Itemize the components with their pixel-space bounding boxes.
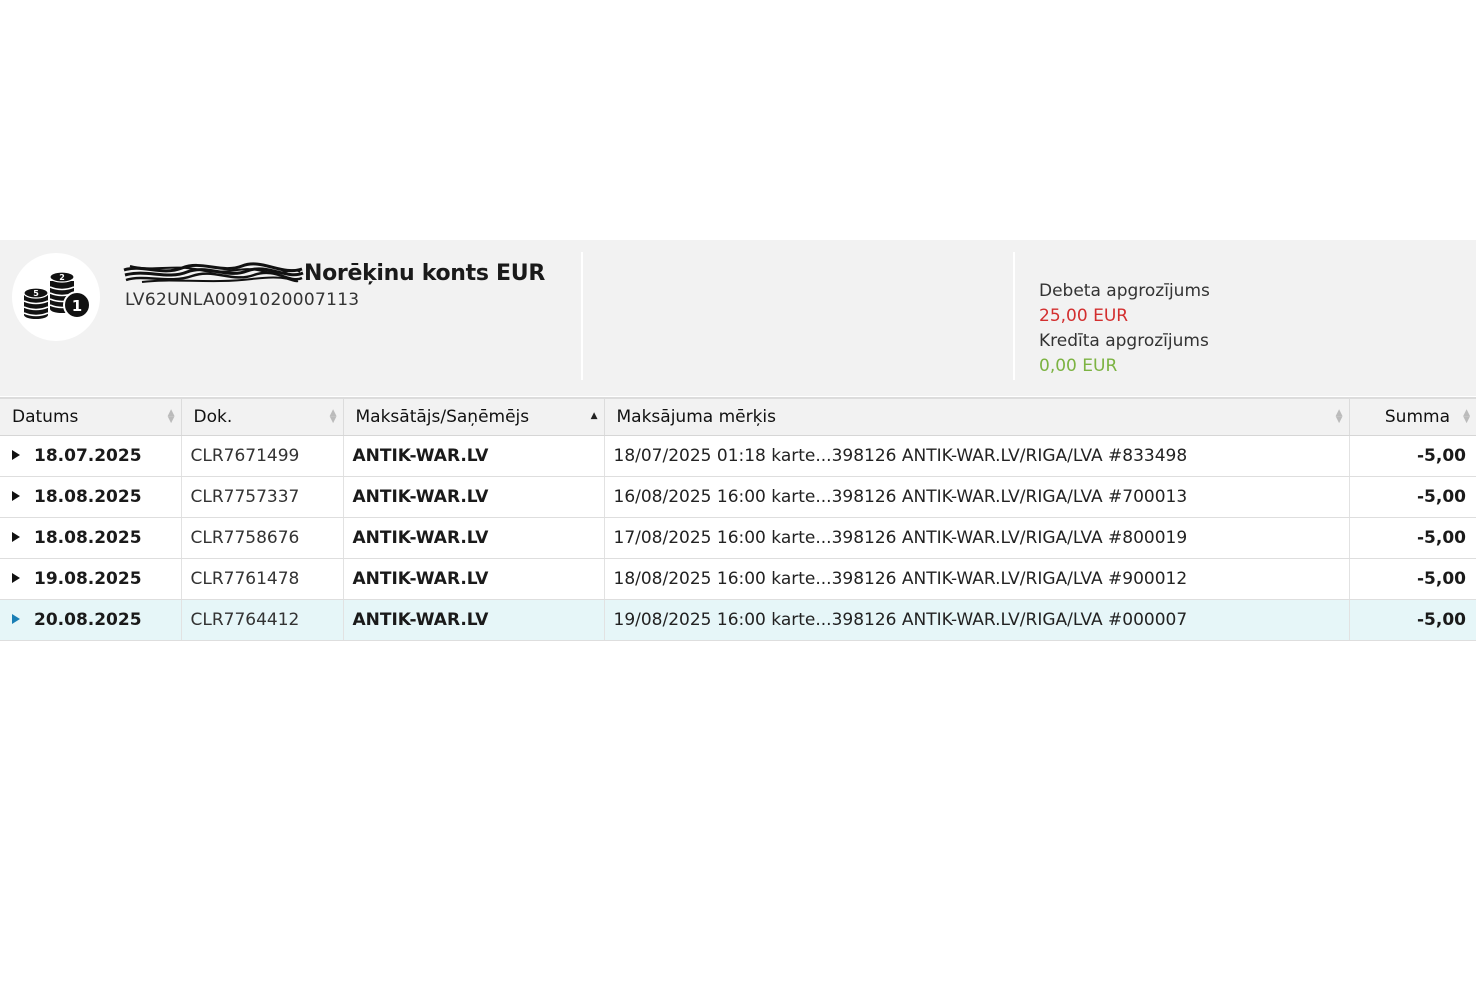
row-date-cell: 18.08.2025 — [0, 476, 182, 518]
row-payee: ANTIK-WAR.LV — [343, 476, 605, 518]
table-row[interactable]: 18.08.2025 CLR7758676 ANTIK-WAR.LV 17/08… — [0, 517, 1476, 559]
row-amount: -5,00 — [1349, 599, 1476, 641]
row-doc: CLR7671499 — [181, 435, 344, 477]
coin-number-1: 1 — [72, 297, 82, 315]
row-date-cell: 18.07.2025 — [0, 435, 182, 477]
column-header-purpose[interactable]: Maksājuma mērķis ▲ ▼ — [604, 397, 1350, 436]
table-row[interactable]: 19.08.2025 CLR7761478 ANTIK-WAR.LV 18/08… — [0, 558, 1476, 600]
row-date-cell: 19.08.2025 — [0, 558, 182, 600]
row-purpose: 16/08/2025 16:00 karte...398126 ANTIK-WA… — [604, 476, 1350, 518]
row-purpose: 18/08/2025 16:00 karte...398126 ANTIK-WA… — [604, 558, 1350, 600]
column-header-label: Maksājuma mērķis — [616, 407, 777, 427]
row-purpose: 18/07/2025 01:18 karte...398126 ANTIK-WA… — [604, 435, 1350, 477]
column-header-date[interactable]: Datums ▲ ▼ — [0, 397, 182, 436]
row-payee: ANTIK-WAR.LV — [343, 435, 605, 477]
credit-turnover-label: Kredīta apgrozījums — [1039, 331, 1209, 351]
row-amount: -5,00 — [1349, 435, 1476, 477]
transactions-table: Datums ▲ ▼ Dok. ▲ ▼ Maksātājs/Saņēmējs ▲ M… — [0, 397, 1476, 641]
row-date: 18.08.2025 — [34, 528, 142, 548]
coin-number-5: 5 — [33, 289, 39, 298]
row-doc: CLR7761478 — [181, 558, 344, 600]
triangle-right-icon[interactable] — [12, 450, 20, 460]
table-row[interactable]: 18.08.2025 CLR7757337 ANTIK-WAR.LV 16/08… — [0, 476, 1476, 518]
row-purpose: 17/08/2025 16:00 karte...398126 ANTIK-WA… — [604, 517, 1350, 559]
triangle-right-icon[interactable] — [12, 573, 20, 583]
account-summary-panel: 2 5 1 Norēķinu konts EUR LV62UNLA0091020… — [0, 240, 1476, 396]
column-header-doc[interactable]: Dok. ▲ ▼ — [181, 397, 344, 436]
row-date-cell: 18.08.2025 — [0, 517, 182, 559]
table-row-selected[interactable]: 20.08.2025 CLR7764412 ANTIK-WAR.LV 19/08… — [0, 599, 1476, 641]
column-header-amount[interactable]: Summa ▲ ▼ — [1349, 397, 1476, 436]
column-header-label: Dok. — [193, 407, 233, 427]
column-header-payee[interactable]: Maksātājs/Saņēmējs ▲ — [343, 397, 605, 436]
sort-arrows-icon: ▲ ▼ — [329, 408, 337, 425]
panel-divider — [581, 252, 583, 380]
debit-turnover-label: Debeta apgrozījums — [1039, 281, 1210, 301]
row-date: 19.08.2025 — [34, 569, 142, 589]
row-payee: ANTIK-WAR.LV — [343, 599, 605, 641]
row-date: 18.07.2025 — [34, 446, 142, 466]
table-row[interactable]: 18.07.2025 CLR7671499 ANTIK-WAR.LV 18/07… — [0, 435, 1476, 477]
row-purpose: 19/08/2025 16:00 karte...398126 ANTIK-WA… — [604, 599, 1350, 641]
debit-turnover-value: 25,00 EUR — [1039, 306, 1129, 326]
row-amount: -5,00 — [1349, 517, 1476, 559]
row-amount: -5,00 — [1349, 558, 1476, 600]
coin-stacks-icon: 2 5 1 — [12, 253, 100, 341]
column-header-label: Maksātājs/Saņēmējs — [355, 407, 530, 427]
row-payee: ANTIK-WAR.LV — [343, 558, 605, 600]
panel-divider — [1013, 252, 1015, 380]
table-header-row: Datums ▲ ▼ Dok. ▲ ▼ Maksātājs/Saņēmējs ▲ M… — [0, 397, 1476, 436]
row-date: 18.08.2025 — [34, 487, 142, 507]
column-header-label: Summa — [1384, 407, 1450, 427]
row-date: 20.08.2025 — [34, 610, 142, 630]
row-payee: ANTIK-WAR.LV — [343, 517, 605, 559]
coin-number-2: 2 — [59, 273, 65, 282]
turnover-summary: Debeta apgrozījums 25,00 EUR Kredīta apg… — [1039, 279, 1210, 379]
triangle-right-icon[interactable] — [12, 532, 20, 542]
triangle-right-icon[interactable] — [12, 491, 20, 501]
row-date-cell: 20.08.2025 — [0, 599, 182, 641]
account-iban: LV62UNLA0091020007113 — [125, 290, 360, 310]
account-title: Norēķinu konts EUR — [122, 258, 545, 288]
row-doc: CLR7757337 — [181, 476, 344, 518]
sort-ascending-icon: ▲ — [590, 411, 598, 421]
sort-arrows-icon: ▲ ▼ — [1335, 408, 1343, 425]
page: 2 5 1 Norēķinu konts EUR LV62UNLA0091020… — [0, 0, 1484, 998]
credit-turnover-value: 0,00 EUR — [1039, 356, 1118, 376]
sort-arrows-icon: ▲ ▼ — [167, 408, 175, 425]
row-doc: CLR7764412 — [181, 599, 344, 641]
triangle-right-icon[interactable] — [12, 614, 20, 624]
column-header-label: Datums — [12, 407, 79, 427]
scribble-redaction — [122, 260, 304, 286]
account-name: Norēķinu konts EUR — [304, 260, 545, 286]
row-doc: CLR7758676 — [181, 517, 344, 559]
sort-arrows-icon: ▲ ▼ — [1463, 408, 1470, 425]
row-amount: -5,00 — [1349, 476, 1476, 518]
